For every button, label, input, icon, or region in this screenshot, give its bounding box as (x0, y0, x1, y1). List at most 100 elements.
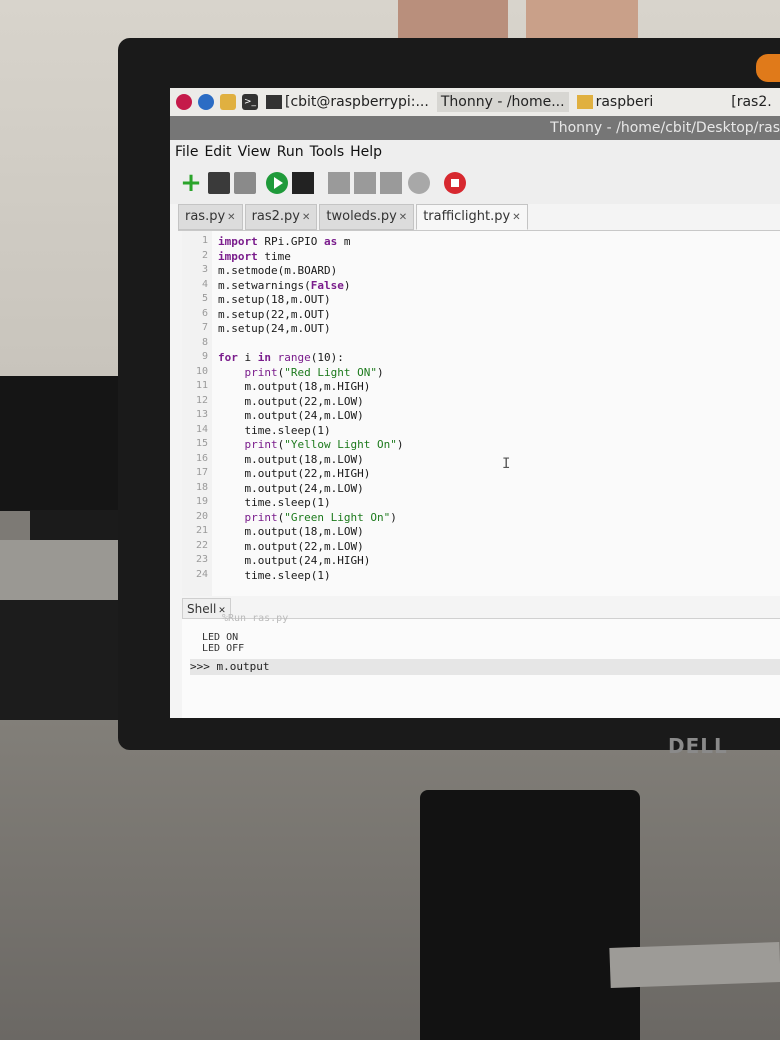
paper-sheet (609, 942, 780, 988)
line-number: 20 (195, 510, 208, 522)
close-icon[interactable]: ✕ (399, 212, 407, 223)
menu-file[interactable]: File (175, 144, 198, 160)
line-number: 24 (195, 568, 208, 580)
taskbar-task-thonny[interactable]: Thonny - /home... (436, 92, 569, 112)
shell-input[interactable]: >>> m.output (190, 659, 780, 675)
window-titlebar[interactable]: Thonny - /home/cbit/Desktop/ras (170, 116, 780, 140)
menu-edit[interactable]: Edit (204, 144, 231, 160)
screen: >_ [cbit@raspberrypi:... Thonny - /home.… (170, 88, 780, 718)
taskbar-task-terminal[interactable]: [cbit@raspberrypi:... (266, 94, 429, 110)
line-number: 8 (201, 336, 208, 348)
menu-run[interactable]: Run (277, 144, 304, 160)
save-file-icon[interactable] (234, 172, 256, 194)
shell-prompt-text: >>> m.output (190, 660, 270, 673)
line-number: 19 (195, 496, 208, 507)
step-into-icon[interactable] (354, 172, 376, 194)
shell-output-line: LED ON (202, 632, 239, 643)
line-number: 12 (195, 394, 208, 406)
line-number: 22 (195, 539, 208, 551)
line-number: 14 (195, 423, 208, 435)
open-file-icon[interactable] (208, 172, 230, 194)
line-number: 10 (195, 365, 208, 377)
side-monitor (0, 376, 136, 511)
tab-label: ras2.py (251, 209, 300, 224)
line-number: 16 (195, 452, 208, 464)
new-file-plus-icon[interactable]: + (180, 170, 202, 196)
resume-icon[interactable] (408, 172, 430, 194)
code-text: m.setup(24,m.OUT) (218, 322, 331, 335)
code-text: m.setwarnings(False) (218, 278, 351, 292)
stop-icon[interactable] (444, 172, 466, 194)
code-text: import time (218, 249, 291, 263)
tab-twoleds-py[interactable]: twoleds.py ✕ (319, 204, 415, 230)
code-text: m.setup(22,m.OUT) (218, 307, 331, 321)
window-title: Thonny - /home/cbit/Desktop/ras (550, 120, 780, 136)
monitor-stand (420, 790, 640, 1040)
taskbar-task-label: [ras2. (731, 94, 772, 110)
line-number: 21 (195, 525, 208, 536)
line-number: 4 (201, 278, 208, 290)
code-text: print("Red Light ON") (244, 365, 384, 379)
tab-label: ras.py (185, 209, 226, 224)
step-out-icon[interactable] (380, 172, 402, 194)
run-play-icon[interactable] (266, 172, 288, 194)
menu-view[interactable]: View (238, 144, 271, 160)
taskbar-task-label: [cbit@raspberrypi:... (285, 94, 429, 110)
taskbar-task-folder[interactable]: raspberi (576, 94, 654, 110)
line-number: 1 (201, 235, 208, 246)
menu-tools[interactable]: Tools (310, 144, 345, 160)
browser-icon[interactable] (198, 94, 214, 110)
editor-tabs: ras.py ✕ ras2.py ✕ twoleds.py ✕ trafficligh… (178, 204, 780, 231)
close-icon[interactable]: ✕ (512, 212, 520, 223)
code-text: m.setmode(m.BOARD) (218, 264, 338, 277)
terminal-icon[interactable]: >_ (242, 94, 258, 110)
wall-poster (398, 0, 508, 38)
code-editor[interactable]: I 1 import RPi.GPIO as m 2 import time 3 m.se… (182, 231, 780, 596)
tab-ras2-py[interactable]: ras2.py ✕ (244, 204, 318, 230)
line-number: 6 (201, 307, 208, 319)
line-number: 5 (201, 293, 208, 304)
line-number: 3 (201, 264, 208, 275)
shell-output-line: LED OFF (202, 643, 245, 654)
code-text: m.output(24,m.LOW) (218, 409, 364, 422)
line-number: 13 (195, 409, 208, 420)
taskbar-task-ras2[interactable]: [ras2. (731, 94, 771, 110)
step-over-icon[interactable] (328, 172, 350, 194)
code-text: for i in range(10): (218, 351, 344, 364)
code-text: m.output(22,m.LOW) (218, 539, 364, 553)
code-text: m.output(18,m.LOW) (218, 452, 364, 466)
line-number: 18 (195, 481, 208, 493)
code-text: m.output(18,m.HIGH) (218, 380, 371, 393)
line-number: 23 (195, 554, 208, 565)
line-number: 15 (195, 438, 208, 449)
code-text: m.output(24,m.LOW) (218, 481, 364, 495)
code-text: print("Yellow Light On") (244, 438, 404, 451)
menu-bar: File Edit View Run Tools Help (170, 140, 780, 164)
terminal-task-icon (266, 95, 282, 109)
menu-help[interactable]: Help (350, 144, 382, 160)
raspberry-menu-icon[interactable] (176, 94, 192, 110)
taskbar-task-label: raspberi (595, 94, 654, 110)
wall-poster (526, 0, 638, 38)
tab-trafficlight-py[interactable]: trafficlight.py ✕ (416, 204, 528, 230)
tab-ras-py[interactable]: ras.py ✕ (178, 204, 243, 230)
tab-label: twoleds.py (326, 209, 397, 224)
code-text: m.output(24,m.HIGH) (218, 554, 371, 567)
tab-label: trafficlight.py (423, 209, 511, 224)
close-icon[interactable]: ✕ (302, 212, 310, 223)
line-number: 7 (201, 322, 208, 333)
shell-panel[interactable]: %Run ras.py LED ON LED OFF >>> m.output (182, 613, 780, 718)
monitor-brand-logo: DELL (668, 734, 728, 758)
text-cursor-icon: I (502, 456, 511, 472)
file-manager-icon[interactable] (220, 94, 236, 110)
toolbar (170, 164, 780, 204)
code-text: m.output(22,m.LOW) (218, 394, 364, 408)
code-text: import RPi.GPIO as m (218, 235, 351, 248)
close-icon[interactable]: ✕ (227, 212, 235, 223)
shell-previous-command: %Run ras.py (222, 613, 289, 624)
desk-surface (0, 720, 780, 1040)
folder-task-icon (576, 95, 593, 109)
line-number: 9 (201, 351, 208, 362)
code-text: time.sleep(1) (218, 568, 331, 582)
debug-icon[interactable] (292, 172, 314, 194)
